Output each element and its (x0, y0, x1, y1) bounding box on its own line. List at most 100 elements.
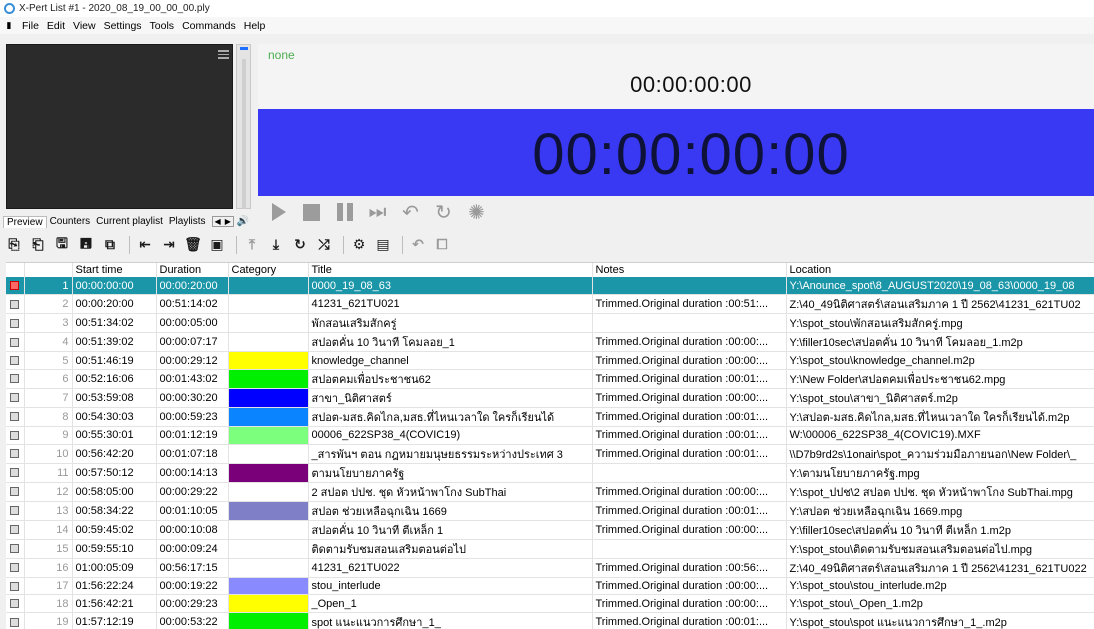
cell-location[interactable]: Y:\spot_stou\_Open_1.m2p (786, 594, 1094, 613)
undo-button[interactable]: ↶ (394, 197, 427, 227)
cell-notes[interactable]: Trimmed.Original duration :00:00:... (592, 351, 787, 370)
cell-notes[interactable]: Trimmed.Original duration :00:00:... (592, 388, 787, 408)
row-index[interactable]: 6 (24, 369, 73, 389)
table-row[interactable]: 11 00:57:50:12 00:00:14:13 ตามนโยบายภาครัฐ Y… (6, 463, 1094, 483)
tab-preview[interactable]: Preview (3, 215, 47, 228)
cell-duration[interactable]: 00:01:07:18 (156, 444, 229, 464)
row-media-icon[interactable] (6, 426, 25, 445)
cell-location[interactable]: Y:\สปอต-มสธ.คิดไกล,มสธ.ที่ไหนเวลาใด ใครก… (786, 407, 1094, 427)
cell-title[interactable]: 41231_621TU021 (308, 294, 593, 315)
cell-duration[interactable]: 00:00:29:23 (156, 594, 229, 613)
cell-start-time[interactable]: 01:56:42:21 (72, 594, 157, 613)
cell-category[interactable] (228, 351, 309, 370)
cell-notes[interactable] (592, 463, 787, 483)
cell-notes[interactable]: Trimmed.Original duration :00:00:... (592, 577, 787, 596)
cell-notes[interactable]: Trimmed.Original duration :00:00:... (592, 594, 787, 613)
cell-duration[interactable]: 00:01:10:05 (156, 501, 229, 521)
cell-title[interactable]: ตามนโยบายภาครัฐ (308, 463, 593, 483)
cell-category[interactable] (228, 539, 309, 559)
cell-duration[interactable]: 00:00:29:12 (156, 351, 229, 370)
cell-category[interactable] (228, 369, 309, 389)
move-top-icon[interactable]: ⤒ (242, 235, 262, 255)
cell-title[interactable]: สปอตคั่น 10 วินาที ตีเหล็ก 1 (308, 520, 593, 540)
cell-start-time[interactable]: 00:56:42:20 (72, 444, 157, 464)
cell-category[interactable] (228, 577, 309, 596)
cell-start-time[interactable]: 01:00:05:09 (72, 558, 157, 578)
row-index[interactable]: 3 (24, 313, 73, 334)
menu-help[interactable]: Help (240, 20, 270, 32)
cell-start-time[interactable]: 00:51:46:19 (72, 351, 157, 370)
shuffle-icon[interactable]: ⤮ (314, 235, 334, 255)
table-row[interactable]: 4 00:51:39:02 00:00:07:17 สปอตคั่น 10 วินาท… (6, 332, 1094, 353)
table-row[interactable]: 14 00:59:45:02 00:00:10:08 สปอตคั่น 10 วินา… (6, 520, 1094, 540)
cell-notes[interactable]: Trimmed.Original duration :00:01:... (592, 407, 787, 427)
row-media-icon[interactable] (6, 369, 25, 389)
cell-duration[interactable]: 00:56:17:15 (156, 558, 229, 578)
insert-after-icon[interactable]: ⇥ (159, 235, 179, 255)
cell-location[interactable]: Y:\spot_stou\พักสอนเสริมสักครู่.mpg (786, 313, 1094, 334)
loop-button[interactable]: ✺ (460, 197, 493, 227)
pause-button[interactable] (328, 197, 361, 227)
insert-before-icon[interactable]: ⇤ (135, 235, 155, 255)
row-media-icon[interactable] (6, 407, 25, 427)
row-media-icon[interactable] (6, 501, 25, 521)
cell-title[interactable]: 0000_19_08_63 (308, 277, 593, 296)
row-index[interactable]: 15 (24, 539, 73, 559)
cell-start-time[interactable]: 00:51:34:02 (72, 313, 157, 334)
row-index[interactable]: 12 (24, 482, 73, 502)
cell-location[interactable]: Y:\filler10sec\สปอตคั่น 10 วินาที ตีเหล็… (786, 520, 1094, 540)
table-row[interactable]: 13 00:58:34:22 00:01:10:05 สปอต ช่วยเหลือฉุ… (6, 501, 1094, 521)
cell-category[interactable] (228, 612, 309, 629)
cell-start-time[interactable]: 00:52:16:06 (72, 369, 157, 389)
row-media-icon[interactable] (6, 294, 25, 315)
cell-title[interactable]: stou_interlude (308, 577, 593, 596)
cell-location[interactable]: Y:\spot_ปปช\2 สปอต ปปช. ชุด หัวหน้าพาโกง… (786, 482, 1094, 502)
cell-start-time[interactable]: 00:57:50:12 (72, 463, 157, 483)
cell-category[interactable] (228, 463, 309, 483)
cell-notes[interactable]: Trimmed.Original duration :00:01:... (592, 612, 787, 629)
cell-category[interactable] (228, 594, 309, 613)
cell-notes[interactable] (592, 539, 787, 559)
table-row[interactable]: 18 01:56:42:21 00:00:29:23 _Open_1 Trimmed.O… (6, 594, 1094, 613)
row-index[interactable]: 13 (24, 501, 73, 521)
cell-duration[interactable]: 00:00:07:17 (156, 332, 229, 353)
menu-file[interactable]: File (18, 20, 43, 32)
cell-title[interactable]: 41231_621TU022 (308, 558, 593, 578)
cell-category[interactable] (228, 482, 309, 502)
row-media-icon[interactable] (6, 332, 25, 353)
cell-duration[interactable]: 00:00:20:00 (156, 277, 229, 296)
cell-notes[interactable]: Trimmed.Original duration :00:00:... (592, 482, 787, 502)
cell-start-time[interactable]: 00:58:05:00 (72, 482, 157, 502)
table-row[interactable]: 1 00:00:00:00 00:00:20:00 0000_19_08_63 Y:\A… (6, 277, 1094, 296)
cell-duration[interactable]: 00:00:10:08 (156, 520, 229, 540)
cell-title[interactable]: สปอตคั่น 10 วินาที โคมลอย_1 (308, 332, 593, 353)
cell-location[interactable]: Y:\ตามนโยบายภาครัฐ.mpg (786, 463, 1094, 483)
cell-title[interactable]: สปอต ช่วยเหลือฉุกเฉิน 1669 (308, 501, 593, 521)
cell-duration[interactable]: 00:00:30:20 (156, 388, 229, 408)
header-category[interactable]: Category (228, 263, 309, 277)
header-start-time[interactable]: Start time (72, 263, 157, 277)
cell-location[interactable]: Z:\40_49นิติศาสตร์\สอนเสริมภาค 1 ปี 2562… (786, 558, 1094, 578)
cell-location[interactable]: Y:\Anounce_spot\8_AUGUST2020\19_08_63\00… (786, 277, 1094, 296)
cell-location[interactable]: Z:\40_49นิติศาสตร์\สอนเสริมภาค 1 ปี 2562… (786, 294, 1094, 315)
table-row[interactable]: 16 01:00:05:09 00:56:17:15 41231_621TU022 Tr… (6, 558, 1094, 578)
menu-tools[interactable]: Tools (146, 20, 179, 32)
row-media-icon[interactable] (6, 612, 25, 629)
table-row[interactable]: 7 00:53:59:08 00:00:30:20 สาขา_นิติศาสตร์ Tr… (6, 388, 1094, 408)
row-media-icon[interactable] (6, 520, 25, 540)
open-playlist-icon[interactable]: ⎗ (28, 235, 48, 255)
hamburger-menu-icon[interactable] (218, 50, 229, 59)
row-index[interactable]: 14 (24, 520, 73, 540)
cell-title[interactable]: 00006_622SP38_4(COVIC19) (308, 426, 593, 445)
save-icon[interactable]: 🖫 (52, 235, 72, 255)
row-index[interactable]: 19 (24, 612, 73, 629)
properties-icon[interactable]: ▣ (207, 235, 227, 255)
row-media-icon[interactable] (6, 277, 25, 296)
cell-title[interactable]: spot แนะแนวการศึกษา_1_ (308, 612, 593, 629)
cell-start-time[interactable]: 00:54:30:03 (72, 407, 157, 427)
cell-notes[interactable] (592, 277, 787, 296)
table-row[interactable]: 10 00:56:42:20 00:01:07:18 _สารพันฯ ตอน กฎห… (6, 444, 1094, 464)
row-media-icon[interactable] (6, 482, 25, 502)
cell-duration[interactable]: 00:01:43:02 (156, 369, 229, 389)
cell-title[interactable]: _Open_1 (308, 594, 593, 613)
